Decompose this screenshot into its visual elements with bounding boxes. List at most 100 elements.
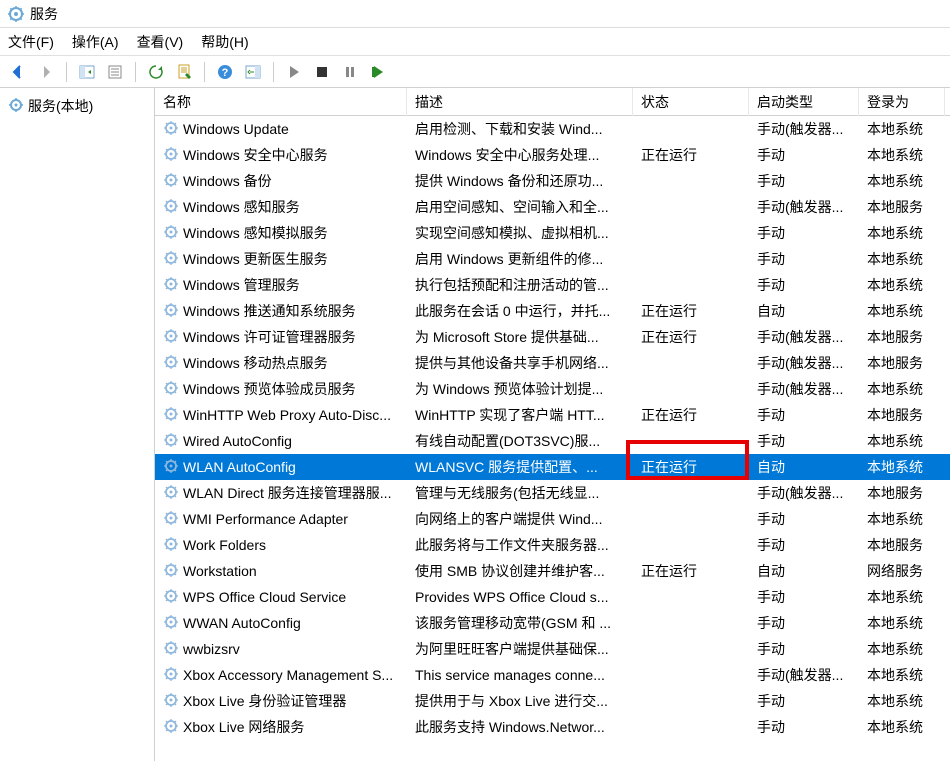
service-desc-cell: 有线自动配置(DOT3SVC)服... [407,429,633,453]
tree-root-services-local[interactable]: 服务(本地) [4,94,150,118]
gear-icon [163,224,179,243]
service-status-cell: 正在运行 [633,299,749,323]
service-startup-cell: 手动(触发器... [749,195,859,219]
service-name-cell: WLAN AutoConfig [155,456,407,479]
service-logon-cell: 本地系统 [859,429,945,453]
service-desc-cell: 管理与无线服务(包括无线显... [407,481,633,505]
service-name: Windows 感知服务 [183,197,300,217]
service-desc-cell: 实现空间感知模拟、虚拟相机... [407,221,633,245]
service-row[interactable]: WinHTTP Web Proxy Auto-Disc...WinHTTP 实现… [155,402,950,428]
help-button[interactable]: ? [213,60,237,84]
service-row[interactable]: Windows 推送通知系统服务此服务在会话 0 中运行，并托...正在运行自动… [155,298,950,324]
service-name-cell: Windows 感知模拟服务 [155,221,407,245]
service-row[interactable]: Workstation使用 SMB 协议创建并维护客...正在运行自动网络服务 [155,558,950,584]
service-row[interactable]: Work Folders此服务将与工作文件夹服务器...手动本地服务 [155,532,950,558]
service-name: WPS Office Cloud Service [183,589,346,605]
service-startup-cell: 手动 [749,637,859,661]
gear-icon [163,458,179,477]
service-name: Wired AutoConfig [183,433,292,449]
gear-icon [163,198,179,217]
service-row[interactable]: Windows 许可证管理器服务为 Microsoft Store 提供基础..… [155,324,950,350]
service-logon-cell: 本地系统 [859,507,945,531]
gear-icon [163,510,179,529]
service-row[interactable]: Xbox Accessory Management S...This servi… [155,662,950,688]
gear-icon [163,432,179,451]
service-logon-cell: 本地系统 [859,299,945,323]
service-name: Xbox Live 身份验证管理器 [183,691,346,711]
service-row[interactable]: Xbox Live 网络服务此服务支持 Windows.Networ...手动本… [155,714,950,740]
service-name: Work Folders [183,537,266,553]
column-header-status[interactable]: 状态 [633,88,749,116]
pause-service-button[interactable] [338,60,362,84]
service-row[interactable]: Windows 更新医生服务启用 Windows 更新组件的修...手动本地系统 [155,246,950,272]
service-startup-cell: 自动 [749,299,859,323]
service-desc-cell: 启用检测、下载和安装 Wind... [407,117,633,141]
column-header-name[interactable]: 名称 [155,88,407,116]
service-name: Workstation [183,563,257,579]
tree-pane: 服务(本地) [0,88,155,761]
restart-service-button[interactable] [366,60,390,84]
service-name-cell: Windows 移动热点服务 [155,351,407,375]
menu-view[interactable]: 查看(V) [137,32,184,52]
service-row[interactable]: WWAN AutoConfig该服务管理移动宽带(GSM 和 ...手动本地系统 [155,610,950,636]
service-row[interactable]: Windows Update启用检测、下载和安装 Wind...手动(触发器..… [155,116,950,142]
service-row[interactable]: Windows 感知服务启用空间感知、空间输入和全...手动(触发器...本地服… [155,194,950,220]
start-service-button[interactable] [282,60,306,84]
service-row[interactable]: Xbox Live 身份验证管理器提供用于与 Xbox Live 进行交...手… [155,688,950,714]
service-row[interactable]: Wired AutoConfig有线自动配置(DOT3SVC)服...手动本地系… [155,428,950,454]
service-name-cell: WinHTTP Web Proxy Auto-Disc... [155,404,407,427]
service-logon-cell: 本地系统 [859,585,945,609]
service-row[interactable]: Windows 备份提供 Windows 备份和还原功...手动本地系统 [155,168,950,194]
services-tree-icon [8,97,24,116]
service-startup-cell: 手动(触发器... [749,481,859,505]
service-row[interactable]: WPS Office Cloud ServiceProvides WPS Off… [155,584,950,610]
service-logon-cell: 本地服务 [859,481,945,505]
service-desc-cell: 启用空间感知、空间输入和全... [407,195,633,219]
menu-action[interactable]: 操作(A) [72,32,119,52]
service-name-cell: Windows 备份 [155,169,407,193]
column-header-description[interactable]: 描述 [407,88,633,116]
service-name-cell: Xbox Accessory Management S... [155,664,407,687]
service-name: Windows 备份 [183,171,272,191]
service-startup-cell: 手动 [749,611,859,635]
menu-file[interactable]: 文件(F) [8,32,54,52]
service-desc-cell: 此服务将与工作文件夹服务器... [407,533,633,557]
show-hide-tree-button[interactable] [75,60,99,84]
service-name: Windows Update [183,121,289,137]
service-status-cell [633,725,749,729]
export-list-button[interactable] [103,60,127,84]
gear-icon [163,718,179,737]
properties-button[interactable] [172,60,196,84]
service-logon-cell: 本地服务 [859,351,945,375]
column-header-startup-type[interactable]: 启动类型 [749,88,859,116]
service-row[interactable]: Windows 移动热点服务提供与其他设备共享手机网络...手动(触发器...本… [155,350,950,376]
back-button[interactable] [6,60,30,84]
service-desc-cell: 使用 SMB 协议创建并维护客... [407,559,633,583]
menu-help[interactable]: 帮助(H) [201,32,248,52]
service-status-cell [633,127,749,131]
service-startup-cell: 手动 [749,533,859,557]
service-row[interactable]: WLAN Direct 服务连接管理器服...管理与无线服务(包括无线显...手… [155,480,950,506]
service-row[interactable]: Windows 安全中心服务Windows 安全中心服务处理...正在运行手动本… [155,142,950,168]
stop-service-button[interactable] [310,60,334,84]
forward-button[interactable] [34,60,58,84]
svg-text:?: ? [222,67,229,79]
service-row[interactable]: WLAN AutoConfigWLANSVC 服务提供配置、...正在运行自动本… [155,454,950,480]
list-body[interactable]: Windows Update 启用检测、下载和安装 Wind... 手动(触发器..… [155,116,950,761]
show-hide-action-pane-button[interactable] [241,60,265,84]
gear-icon [163,536,179,555]
service-row[interactable]: Windows 感知模拟服务实现空间感知模拟、虚拟相机...手动本地系统 [155,220,950,246]
service-row[interactable]: Windows 管理服务执行包括预配和注册活动的管...手动本地系统 [155,272,950,298]
gear-icon [163,484,179,503]
column-header-logon-as[interactable]: 登录为 [859,88,945,116]
toolbar-separator [273,62,274,82]
refresh-button[interactable] [144,60,168,84]
service-row[interactable]: Windows 预览体验成员服务为 Windows 预览体验计划提...手动(触… [155,376,950,402]
service-row[interactable]: wwbizsrv为阿里旺旺客户端提供基础保...手动本地系统 [155,636,950,662]
service-status-cell [633,439,749,443]
service-row[interactable]: WMI Performance Adapter向网络上的客户端提供 Wind..… [155,506,950,532]
gear-icon [163,406,179,425]
service-logon-cell: 本地系统 [859,637,945,661]
service-desc-cell: This service manages conne... [407,665,633,685]
service-name-cell: Xbox Live 身份验证管理器 [155,689,407,713]
